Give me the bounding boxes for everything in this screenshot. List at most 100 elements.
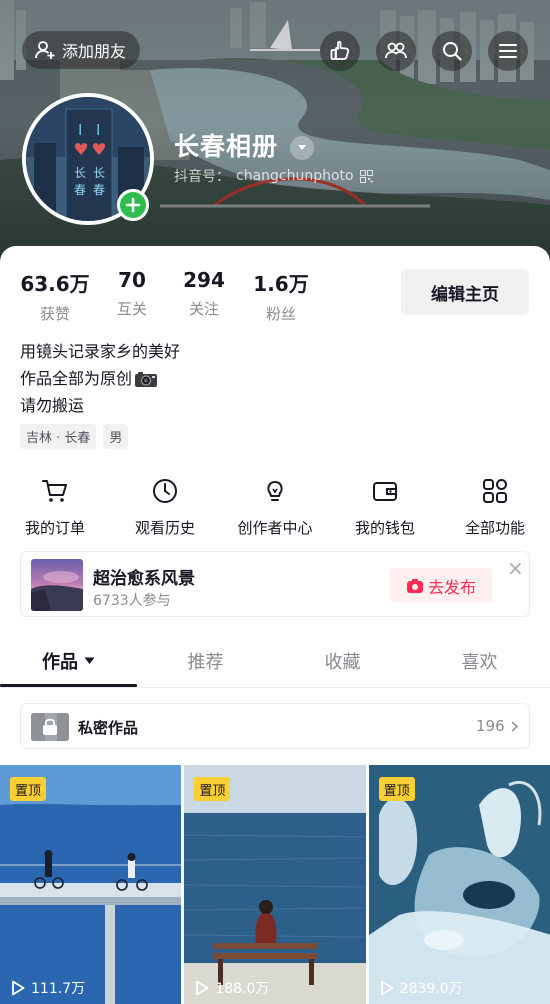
play-icon [380, 980, 394, 996]
search-icon [443, 42, 462, 61]
bio-line-2: 作品全部为原创 [20, 365, 180, 392]
avatar-add-button[interactable] [117, 189, 149, 221]
publish-button[interactable]: 去发布 [390, 568, 492, 603]
profile-name: 长春相册 [174, 132, 279, 161]
bulb-icon [267, 481, 283, 501]
hand-button[interactable] [320, 31, 360, 71]
quick-action-orders[interactable]: 我的订单 [0, 476, 110, 538]
tab-likes-label: 喜欢 [461, 651, 498, 673]
search-button[interactable] [432, 31, 472, 71]
tab-likes[interactable]: 喜欢 [411, 634, 548, 687]
stat-mutual-value: 70 [118, 268, 146, 292]
qr-code-icon[interactable] [359, 169, 373, 183]
stat-followers[interactable]: 1.6万 粉丝 [250, 268, 312, 324]
promo-title: 超治愈系风景 [93, 569, 195, 589]
private-works-row[interactable]: 私密作品 196 [20, 703, 530, 749]
stat-likes-value: 63.6万 [20, 272, 90, 296]
bio-line-2-text: 作品全部为原创 [20, 369, 133, 388]
chevron-right-icon [511, 720, 518, 732]
quick-action-orders-label: 我的订单 [24, 519, 85, 537]
caret-down-icon [298, 145, 306, 150]
private-thumbnail [31, 713, 69, 741]
private-works-count: 196 [476, 717, 518, 735]
stat-likes[interactable]: 63.6万 获赞 [20, 268, 90, 324]
tag-gender: 男 [103, 424, 129, 449]
promo-thumbnail [31, 559, 83, 611]
tab-recommend-label: 推荐 [187, 651, 224, 673]
stat-followers-value: 1.6万 [253, 272, 309, 296]
private-works-label: 私密作品 [78, 719, 139, 737]
friends-icon [385, 42, 407, 59]
avatar-text-3: 长 [74, 166, 86, 180]
account-switch-button[interactable] [290, 136, 314, 160]
tab-favorites-label: 收藏 [324, 651, 361, 673]
friends-button[interactable] [376, 31, 416, 71]
quick-action-history[interactable]: 观看历史 [110, 476, 220, 538]
avatar-text-2: I [96, 121, 100, 139]
stat-following[interactable]: 294 关注 [178, 268, 230, 324]
quick-action-all-label: 全部功能 [464, 519, 525, 537]
active-tab-indicator [0, 684, 137, 687]
stat-following-value: 294 [183, 268, 225, 292]
tab-works-label: 作品 [42, 651, 78, 673]
menu-button[interactable] [488, 31, 528, 71]
tag-location[interactable]: 吉林 · 长春 [20, 424, 97, 449]
wallet-icon [373, 482, 397, 501]
douyin-id[interactable]: 抖音号： changchunphoto [174, 166, 373, 186]
cart-icon [42, 480, 67, 502]
avatar-text-6: 春 [93, 183, 105, 197]
topic-promo-card[interactable]: 超治愈系风景 6733人参与 去发布 × [20, 551, 530, 617]
profile-card: 63.6万 获赞 70 互关 294 关注 1.6万 粉丝 编辑主页 用镜头记录… [0, 246, 550, 1004]
quick-action-wallet-label: 我的钱包 [354, 519, 415, 537]
private-works-count-value: 196 [476, 717, 505, 735]
play-count: 2839.0万 [380, 978, 463, 998]
edit-profile-button[interactable]: 编辑主页 [401, 269, 529, 315]
quick-action-all[interactable]: 全部功能 [440, 476, 550, 538]
douyin-id-label: 抖音号： [174, 169, 230, 185]
hand-icon [330, 40, 350, 60]
play-count: 111.7万 [11, 978, 85, 998]
quick-actions: 我的订单 观看历史 创作者中心 我的钱包 全部功能 [0, 476, 550, 538]
video-tile[interactable]: 置顶 188.0万 [184, 765, 366, 1004]
stats-row: 63.6万 获赞 70 互关 294 关注 1.6万 粉丝 [20, 268, 312, 324]
camera-emoji-icon [135, 371, 158, 387]
avatar-text-5: 春 [74, 183, 86, 197]
play-count-value: 188.0万 [215, 981, 270, 997]
tab-works[interactable]: 作品 [0, 634, 137, 687]
stat-mutual-label: 互关 [116, 300, 147, 318]
play-count: 188.0万 [195, 978, 269, 998]
plus-icon [125, 197, 141, 213]
quick-action-creator[interactable]: 创作者中心 [220, 476, 330, 538]
stat-likes-label: 获赞 [39, 305, 70, 323]
video-tile[interactable]: 置顶 2839.0万 [368, 765, 550, 1004]
quick-action-creator-label: 创作者中心 [237, 519, 313, 537]
promo-participants: 6733人参与 [93, 593, 171, 609]
bio: 用镜头记录家乡的美好 作品全部为原创 请勿搬运 [20, 338, 180, 419]
tab-favorites[interactable]: 收藏 [274, 634, 411, 687]
play-icon [196, 980, 209, 996]
quick-action-wallet[interactable]: 我的钱包 [330, 476, 440, 538]
caret-down-icon [84, 657, 95, 664]
pinned-badge: 置顶 [194, 777, 231, 801]
publish-label: 去发布 [427, 577, 476, 597]
camera-icon [406, 578, 423, 593]
profile-tags: 吉林 · 长春 男 [20, 424, 129, 449]
add-friends-label: 添加朋友 [62, 42, 127, 61]
play-icon [12, 980, 25, 996]
play-count-value: 111.7万 [31, 981, 86, 997]
pinned-badge: 置顶 [378, 777, 415, 801]
tab-recommend[interactable]: 推荐 [137, 634, 274, 687]
close-icon[interactable]: × [507, 558, 524, 578]
add-friends-button[interactable]: 添加朋友 [22, 31, 141, 69]
stat-following-label: 关注 [188, 300, 219, 318]
play-count-value: 2839.0万 [399, 981, 463, 997]
clock-icon [153, 479, 177, 503]
video-tile[interactable]: 置顶 111.7万 [0, 765, 182, 1004]
bio-line-3: 请勿搬运 [20, 396, 85, 415]
avatar-text-1: I [78, 121, 82, 139]
douyin-id-value: changchunphoto [236, 168, 354, 184]
video-grid: 置顶 111.7万 置顶 188.0万 置顶 2839.0万 [0, 765, 550, 1004]
stat-mutual[interactable]: 70 互关 [106, 268, 158, 324]
pinned-badge: 置顶 [10, 777, 47, 801]
add-user-icon [35, 41, 55, 59]
